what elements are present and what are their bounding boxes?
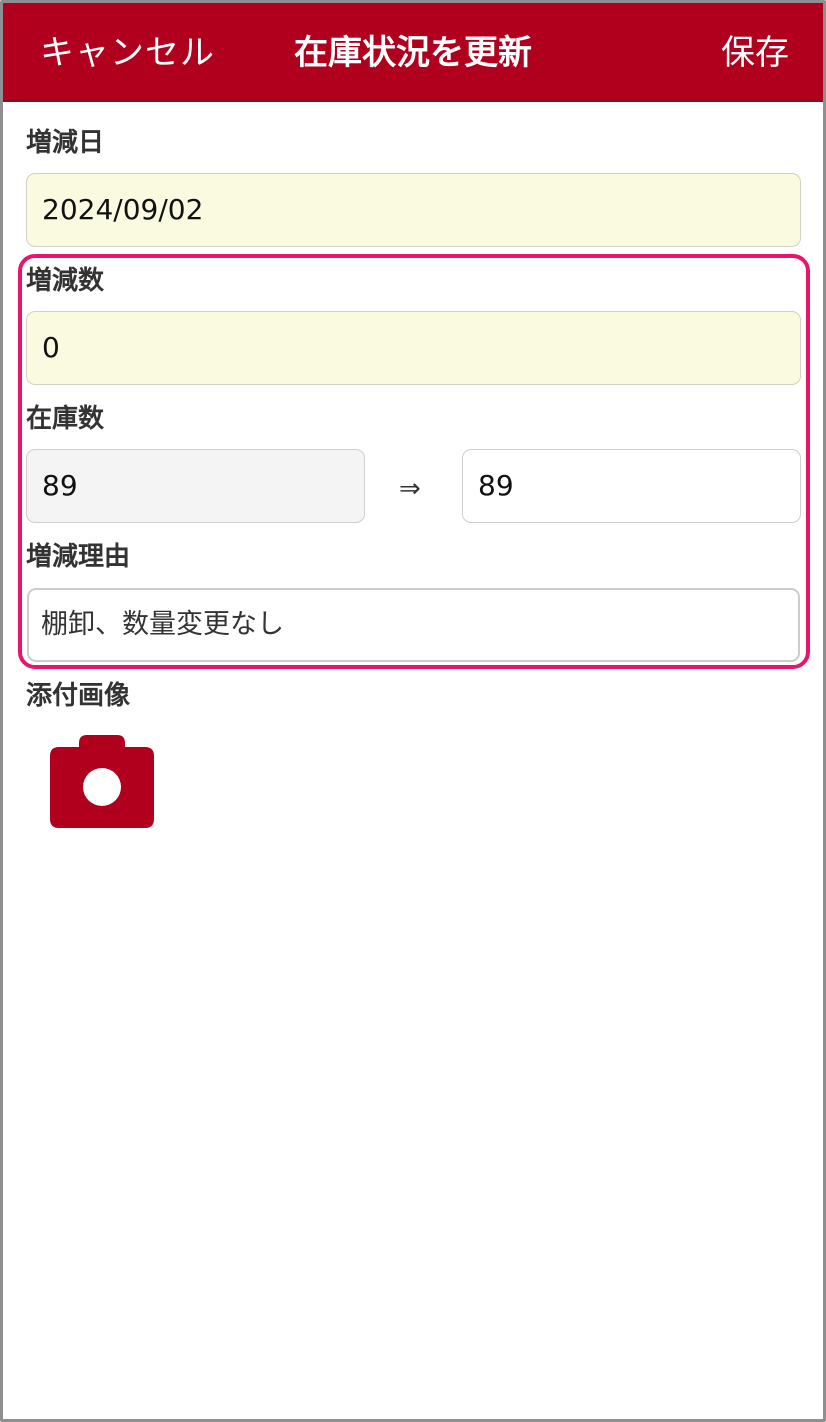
camera-icon[interactable] — [49, 733, 155, 829]
navigation-bar: キャンセル 在庫状況を更新 保存 — [3, 3, 823, 102]
change-quantity-label: 増減数 — [26, 266, 105, 296]
attachment-label: 添付画像 — [26, 681, 131, 711]
date-field[interactable]: 2024/09/02 — [26, 173, 801, 247]
arrow-icon: ⇒ — [399, 474, 421, 504]
date-label: 増減日 — [26, 128, 105, 158]
current-stock-field: 89 — [26, 449, 365, 523]
cancel-button[interactable]: キャンセル — [40, 31, 215, 75]
reason-field[interactable]: 棚卸、数量変更なし — [27, 588, 800, 662]
stock-quantity-label: 在庫数 — [26, 404, 105, 434]
reason-label: 増減理由 — [26, 542, 131, 572]
new-stock-field: 89 — [462, 449, 801, 523]
app-screen: キャンセル 在庫状況を更新 保存 増減日 2024/09/02 増減数 0 在庫… — [0, 0, 826, 1422]
save-button[interactable]: 保存 — [721, 31, 789, 75]
change-quantity-field[interactable]: 0 — [26, 311, 801, 385]
